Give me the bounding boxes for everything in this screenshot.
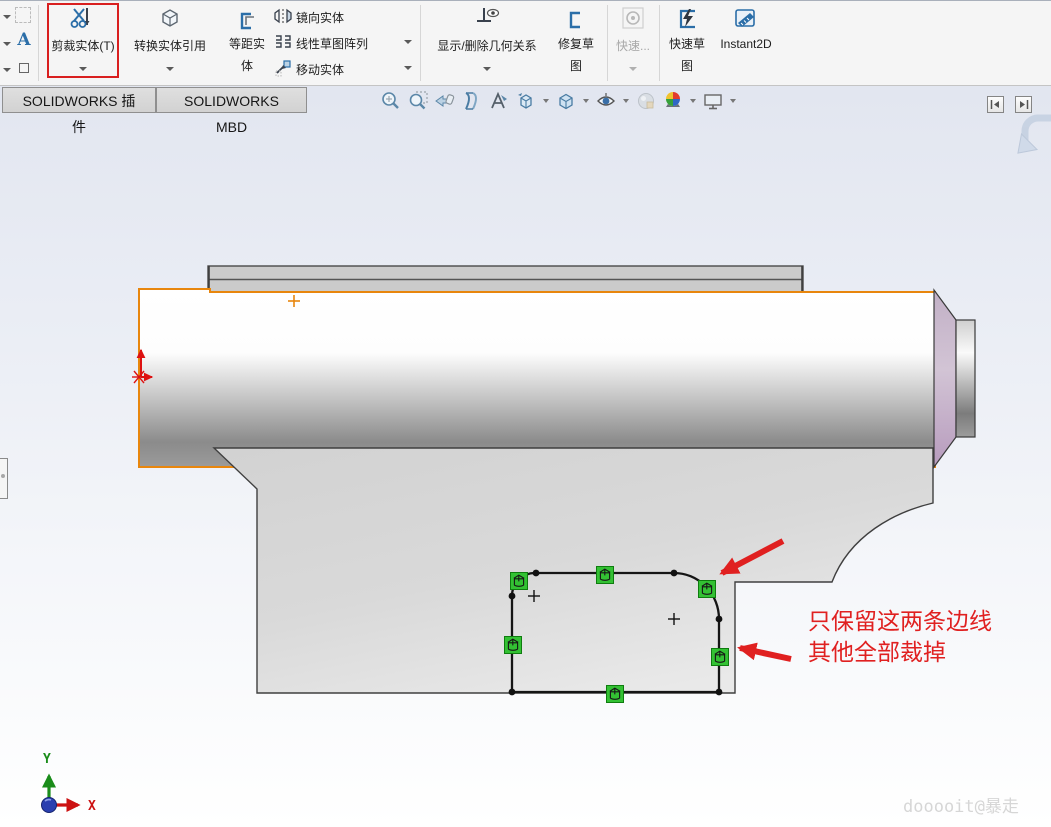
rapid-sketch-label-line1: 快速草 bbox=[668, 37, 705, 51]
repair-sketch-label-line1: 修复草 bbox=[557, 37, 594, 51]
mirror-icon bbox=[274, 8, 292, 24]
linear-pattern-label: 线性草图阵列 bbox=[296, 37, 369, 51]
repair-sketch-label-line2: 图 bbox=[569, 59, 582, 73]
edit-appearance-icon[interactable] bbox=[635, 90, 657, 112]
flyout-dropdown-1[interactable] bbox=[3, 15, 11, 19]
rapid-sketch-icon bbox=[679, 9, 695, 29]
heads-up-toolbar bbox=[380, 90, 737, 112]
instant2d-icon bbox=[735, 9, 755, 27]
flyout-dropdown-2[interactable] bbox=[3, 42, 11, 46]
view-orientation-icon[interactable] bbox=[515, 90, 537, 112]
flyout-dropdown-3[interactable] bbox=[3, 68, 11, 72]
edge-clipped-widget[interactable] bbox=[0, 458, 8, 499]
offset-label-line2: 体 bbox=[240, 59, 253, 73]
rectangle-tool-icon[interactable] bbox=[19, 63, 29, 73]
relations-eye-icon bbox=[477, 8, 500, 22]
offset-label-line1: 等距实 bbox=[228, 37, 265, 51]
repair-sketch-icon bbox=[569, 11, 580, 29]
instant2d-label: Instant2D bbox=[720, 37, 772, 51]
pane-previous-button[interactable] bbox=[987, 96, 1004, 113]
graphics-viewport[interactable] bbox=[0, 86, 1051, 827]
mirror-entities-button[interactable]: 镜向实体 bbox=[272, 5, 414, 29]
move-entities-button[interactable]: 移动实体 bbox=[272, 57, 414, 81]
apply-scene-icon[interactable] bbox=[662, 90, 684, 112]
view-settings-icon[interactable] bbox=[702, 90, 724, 112]
move-dropdown[interactable] bbox=[404, 66, 412, 70]
convert-dropdown[interactable] bbox=[166, 67, 174, 71]
quick-snaps-dropdown bbox=[629, 67, 637, 71]
linear-pattern-dropdown[interactable] bbox=[404, 40, 412, 44]
view-settings-dropdown[interactable] bbox=[730, 99, 736, 103]
section-view-icon[interactable] bbox=[461, 90, 483, 112]
offset-entities-button[interactable]: 等距实 体 bbox=[222, 3, 272, 85]
ghost-pattern-icon[interactable] bbox=[15, 7, 31, 23]
quick-snaps-button: 快速... bbox=[611, 3, 655, 85]
convert-entities-label: 转换实体引用 bbox=[133, 39, 206, 53]
hide-show-items-dropdown[interactable] bbox=[623, 99, 629, 103]
annotation-text-line2: 其他全部裁掉 bbox=[808, 639, 946, 665]
display-relations-dropdown[interactable] bbox=[483, 67, 491, 71]
trim-highlight-box bbox=[47, 3, 119, 78]
tab-solidworks-mbd[interactable]: SOLIDWORKS MBD bbox=[156, 87, 307, 135]
move-entities-label: 移动实体 bbox=[296, 63, 345, 77]
quick-snaps-icon bbox=[622, 7, 644, 29]
command-manager: A 剪裁实体(T) 转换实体引用 等距实 体 镜向实体 线性草图阵列 移动实体 … bbox=[0, 0, 1051, 86]
linear-pattern-icon bbox=[276, 35, 291, 48]
zoom-to-area-icon[interactable] bbox=[407, 90, 429, 112]
rapid-sketch-button[interactable]: 快速草 图 bbox=[663, 3, 711, 85]
tab-solidworks-addins[interactable]: SOLIDWORKS 插件 bbox=[2, 87, 156, 135]
repair-sketch-button[interactable]: 修复草 图 bbox=[552, 3, 600, 85]
mirror-entities-label: 镜向实体 bbox=[296, 11, 345, 25]
edge-widget-dot bbox=[1, 474, 5, 478]
rapid-sketch-label-line2: 图 bbox=[680, 59, 693, 73]
offset-icon bbox=[240, 12, 254, 30]
convert-entities-button[interactable]: 转换实体引用 bbox=[122, 3, 218, 85]
dynamic-annotation-icon[interactable] bbox=[488, 90, 510, 112]
display-relations-label: 显示/删除几何关系 bbox=[437, 39, 537, 53]
sketch-text-icon[interactable]: A bbox=[15, 30, 33, 50]
move-icon bbox=[275, 60, 291, 77]
instant2d-button[interactable]: Instant2D bbox=[713, 3, 779, 85]
hide-show-items-icon[interactable] bbox=[595, 90, 617, 112]
previous-view-icon[interactable] bbox=[434, 90, 456, 112]
trim-entities-button[interactable]: 剪裁实体(T) bbox=[46, 3, 120, 85]
quick-snaps-label: 快速... bbox=[615, 39, 650, 53]
cube-icon bbox=[162, 9, 178, 27]
display-relations-button[interactable]: 显示/删除几何关系 bbox=[424, 3, 550, 85]
display-style-icon[interactable] bbox=[555, 90, 577, 112]
linear-pattern-button[interactable]: 线性草图阵列 bbox=[272, 31, 414, 55]
pane-next-button[interactable] bbox=[1015, 96, 1032, 113]
watermark: dooooit@暴走 bbox=[903, 797, 1019, 817]
view-orientation-dropdown[interactable] bbox=[543, 99, 549, 103]
annotation-text-line1: 只保留这两条边线 bbox=[808, 608, 992, 634]
solidworks-window: Y X 只保留这两条边线 其他全部裁掉 dooooit@暴走 A 剪裁实体(T)… bbox=[0, 0, 1051, 827]
apply-scene-dropdown[interactable] bbox=[690, 99, 696, 103]
zoom-to-fit-icon[interactable] bbox=[380, 90, 402, 112]
display-style-dropdown[interactable] bbox=[583, 99, 589, 103]
